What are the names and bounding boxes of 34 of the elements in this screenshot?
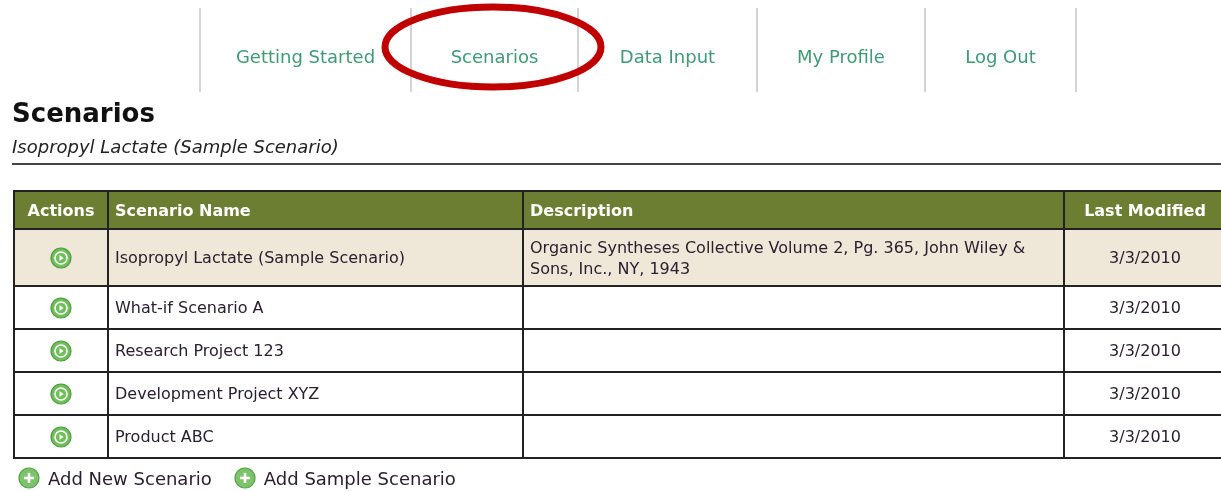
column-header: Last Modified xyxy=(1064,191,1221,229)
page-title: Scenarios xyxy=(12,98,156,128)
table-row[interactable]: Development Project XYZ 3/3/2010 xyxy=(14,372,1221,415)
scenario-subtitle: Isopropyl Lactate (Sample Scenario) xyxy=(12,136,340,157)
scenario-name: Isopropyl Lactate (Sample Scenario) xyxy=(115,248,406,267)
date-text: 3/3/2010 xyxy=(1109,427,1181,446)
column-header: Description xyxy=(523,191,1064,229)
scenario-name: Product ABC xyxy=(115,427,214,446)
nav-tab[interactable]: Log Out xyxy=(924,8,1077,92)
play-icon[interactable] xyxy=(50,246,72,269)
description-text: Organic Syntheses Collective Volume 2, Pg. 365, John Wiley & Sons, Inc., NY, 1943 xyxy=(530,237,1026,278)
play-icon[interactable] xyxy=(50,296,72,319)
scenario-name: Research Project 123 xyxy=(115,341,284,360)
plus-icon xyxy=(233,467,256,489)
table-row[interactable]: Research Project 123 3/3/2010 xyxy=(14,329,1221,372)
play-icon[interactable] xyxy=(50,339,72,362)
scenario-name: What-if Scenario A xyxy=(115,298,264,317)
scenario-name: Development Project XYZ xyxy=(115,384,320,403)
play-icon[interactable] xyxy=(50,382,72,405)
table-row[interactable]: What-if Scenario A 3/3/2010 xyxy=(14,286,1221,329)
nav-tab[interactable]: My Profile xyxy=(756,8,924,92)
add-link[interactable]: Add New Scenario xyxy=(18,467,212,489)
date-text: 3/3/2010 xyxy=(1109,298,1181,317)
date-text: 3/3/2010 xyxy=(1109,384,1181,403)
column-header: Scenario Name xyxy=(108,191,523,229)
table-row[interactable]: Isopropyl Lactate (Sample Scenario) Organic Syntheses Collective Volume 2, Pg. 365, John Wiley & Sons, Inc., NY, 1943 3/3/2010 xyxy=(14,229,1221,286)
add-link[interactable]: Add Sample Scenario xyxy=(233,467,456,489)
column-header: Actions xyxy=(14,191,108,229)
plus-icon xyxy=(18,467,40,489)
date-text: 3/3/2010 xyxy=(1109,341,1181,360)
play-icon[interactable] xyxy=(50,425,72,448)
table-row[interactable]: Product ABC 3/3/2010 xyxy=(14,415,1221,458)
nav-tab[interactable]: Scenarios xyxy=(410,8,577,92)
date-text: 3/3/2010 xyxy=(1109,248,1181,267)
